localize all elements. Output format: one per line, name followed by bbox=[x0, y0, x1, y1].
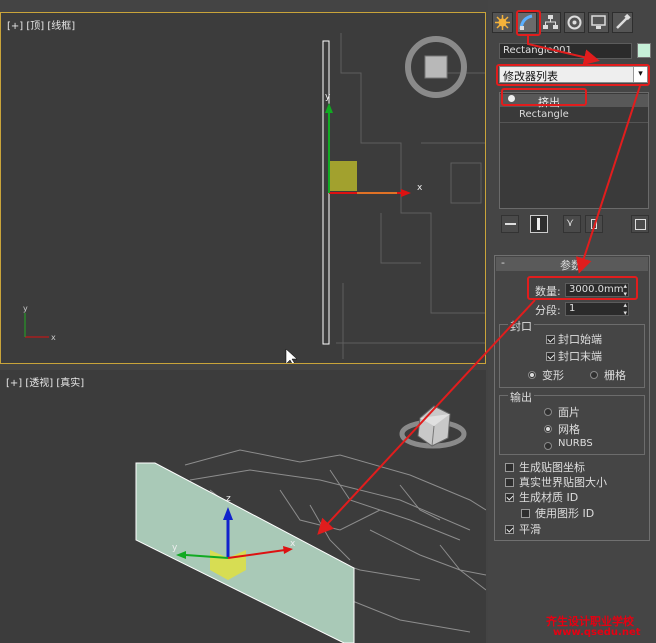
grid-label: 栅格 bbox=[604, 369, 626, 382]
gizmo-x-label: x bbox=[417, 183, 423, 193]
real-world-map-size-checkbox[interactable] bbox=[505, 478, 514, 487]
pin-stack-button[interactable] bbox=[501, 215, 519, 233]
output-title: 输出 bbox=[508, 389, 534, 405]
utilities-tab[interactable] bbox=[612, 12, 633, 33]
hierarchy-icon bbox=[543, 15, 558, 29]
end-result-icon bbox=[537, 218, 540, 230]
segments-spinner[interactable]: 1 ▴ ▾ bbox=[565, 301, 629, 317]
gizmo-p-x-label: x bbox=[290, 539, 296, 549]
mesh-radio[interactable] bbox=[544, 425, 552, 433]
real-world-map-size-label: 真实世界贴图大小 bbox=[519, 476, 607, 489]
patch-radio[interactable] bbox=[544, 408, 552, 416]
gen-material-ids-label: 生成材质 ID bbox=[519, 491, 579, 504]
configure-sets-button[interactable] bbox=[631, 215, 649, 233]
cap-start-label: 封口始端 bbox=[558, 333, 602, 346]
fork-icon: ⋎ bbox=[566, 216, 575, 229]
display-icon bbox=[591, 15, 606, 29]
gizmo-y-label: y bbox=[325, 92, 331, 102]
hierarchy-tab[interactable] bbox=[540, 12, 561, 33]
output-group: 输出 面片 网格 NURBS bbox=[499, 389, 645, 455]
gizmo-p-z-label: z bbox=[226, 494, 231, 504]
mesh-label: 网格 bbox=[558, 423, 580, 436]
object-name-field[interactable]: Rectangle001 bbox=[499, 43, 632, 59]
cap-start-checkbox[interactable] bbox=[546, 335, 555, 344]
configure-icon bbox=[635, 219, 646, 230]
use-shape-ids-checkbox[interactable] bbox=[521, 509, 530, 518]
gen-mapping-coords-checkbox[interactable] bbox=[505, 463, 514, 472]
modifier-stack[interactable]: 挤出 Rectangle bbox=[499, 92, 649, 209]
highlight-modifier-list bbox=[496, 64, 650, 86]
display-tab[interactable] bbox=[588, 12, 609, 33]
collapse-icon: - bbox=[501, 256, 505, 269]
make-unique-button[interactable]: ⋎ bbox=[563, 215, 581, 233]
viewcube-top[interactable] bbox=[405, 36, 467, 98]
show-end-result-button[interactable] bbox=[530, 215, 548, 233]
perspective-viewport-canvas: z x y bbox=[135, 405, 486, 643]
segments-label: 分段: bbox=[535, 304, 561, 317]
tripod-x-label: x bbox=[51, 333, 56, 342]
nurbs-label: NURBS bbox=[558, 438, 593, 449]
pin-icon bbox=[505, 223, 516, 225]
highlight-modify-tab bbox=[516, 10, 541, 36]
segments-value: 1 bbox=[569, 303, 576, 314]
morph-label: 变形 bbox=[542, 369, 564, 382]
top-viewport[interactable]: [+] [顶] [线框] x y y x bbox=[0, 12, 486, 364]
patch-label: 面片 bbox=[558, 406, 580, 419]
morph-radio[interactable] bbox=[528, 371, 536, 379]
smooth-label: 平滑 bbox=[519, 523, 541, 536]
gen-material-ids-checkbox[interactable] bbox=[505, 493, 514, 502]
cap-end-checkbox[interactable] bbox=[546, 352, 555, 361]
nurbs-radio[interactable] bbox=[544, 442, 552, 450]
tripod-y-label: y bbox=[23, 304, 28, 313]
gen-mapping-coords-label: 生成贴图坐标 bbox=[519, 461, 585, 474]
stack-item-rectangle[interactable]: Rectangle bbox=[500, 109, 648, 123]
highlight-amount bbox=[527, 276, 638, 300]
watermark-line2: www.qsedu.net bbox=[553, 627, 641, 638]
rollout-title: 参数 bbox=[560, 259, 582, 272]
motion-icon bbox=[567, 15, 582, 30]
spinner-arrows-icon: ▴ ▾ bbox=[623, 301, 627, 317]
perspective-viewport[interactable]: [+] [透视] [真实] z x y bbox=[0, 370, 486, 643]
rollout-header[interactable]: - 参数 bbox=[496, 256, 648, 272]
object-color-swatch[interactable] bbox=[637, 43, 651, 58]
transform-gizmo-top[interactable]: x y bbox=[325, 92, 423, 197]
viewcube-perspective[interactable] bbox=[399, 405, 467, 449]
gizmo-p-y-label: y bbox=[172, 543, 178, 553]
capping-group: 封口 封口始端 封口末端 变形 栅格 bbox=[499, 318, 645, 388]
cap-end-label: 封口末端 bbox=[558, 350, 602, 363]
create-icon bbox=[495, 15, 510, 30]
top-viewport-canvas: x y y x bbox=[23, 33, 485, 363]
utilities-icon bbox=[616, 13, 631, 29]
remove-modifier-button[interactable] bbox=[585, 215, 603, 233]
axis-tripod-top: y x bbox=[23, 304, 56, 342]
grid-radio[interactable] bbox=[590, 371, 598, 379]
stack-item-rectangle-label: Rectangle bbox=[519, 109, 569, 120]
smooth-checkbox[interactable] bbox=[505, 525, 514, 534]
use-shape-ids-label: 使用图形 ID bbox=[535, 507, 595, 520]
capping-title: 封口 bbox=[508, 318, 534, 334]
trash-icon bbox=[591, 219, 597, 229]
motion-tab[interactable] bbox=[564, 12, 585, 33]
highlight-extrude bbox=[501, 88, 587, 106]
mouse-cursor-icon bbox=[285, 348, 298, 363]
create-tab[interactable] bbox=[492, 12, 513, 33]
stack-toolbar: ⋎ bbox=[499, 214, 649, 234]
